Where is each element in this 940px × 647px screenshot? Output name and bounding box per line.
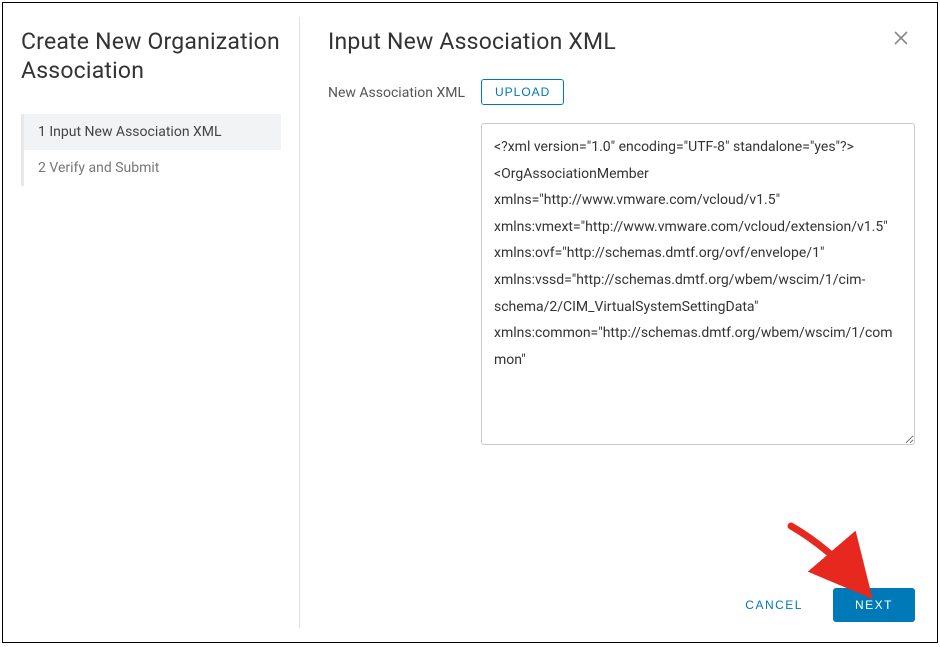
step-label: Input New Association XML <box>49 124 221 140</box>
wizard-sidebar: Create New Organization Association 1 In… <box>3 3 299 642</box>
xml-field-label: New Association XML <box>328 79 481 101</box>
xml-field-content: UPLOAD <box>481 79 915 445</box>
wizard-steps: 1 Input New Association XML 2 Verify and… <box>21 114 281 186</box>
xml-textarea[interactable] <box>481 123 915 445</box>
step-number: 2 <box>38 160 46 176</box>
xml-field-row: New Association XML UPLOAD <box>328 79 915 445</box>
upload-button[interactable]: UPLOAD <box>481 79 564 105</box>
wizard-footer: CANCEL NEXT <box>328 568 915 622</box>
create-org-association-dialog: Create New Organization Association 1 In… <box>2 2 938 643</box>
step-number: 1 <box>38 124 46 140</box>
close-icon[interactable] <box>887 28 915 52</box>
cancel-button[interactable]: CANCEL <box>729 588 819 622</box>
wizard-main-panel: Input New Association XML New Associatio… <box>300 3 937 642</box>
next-button[interactable]: NEXT <box>833 588 915 622</box>
step-verify-submit[interactable]: 2 Verify and Submit <box>24 150 281 186</box>
main-header: Input New Association XML <box>328 28 915 79</box>
step-input-xml[interactable]: 1 Input New Association XML <box>24 114 281 150</box>
step-label: Verify and Submit <box>49 160 159 176</box>
panel-title: Input New Association XML <box>328 28 616 55</box>
wizard-title: Create New Organization Association <box>21 28 281 86</box>
